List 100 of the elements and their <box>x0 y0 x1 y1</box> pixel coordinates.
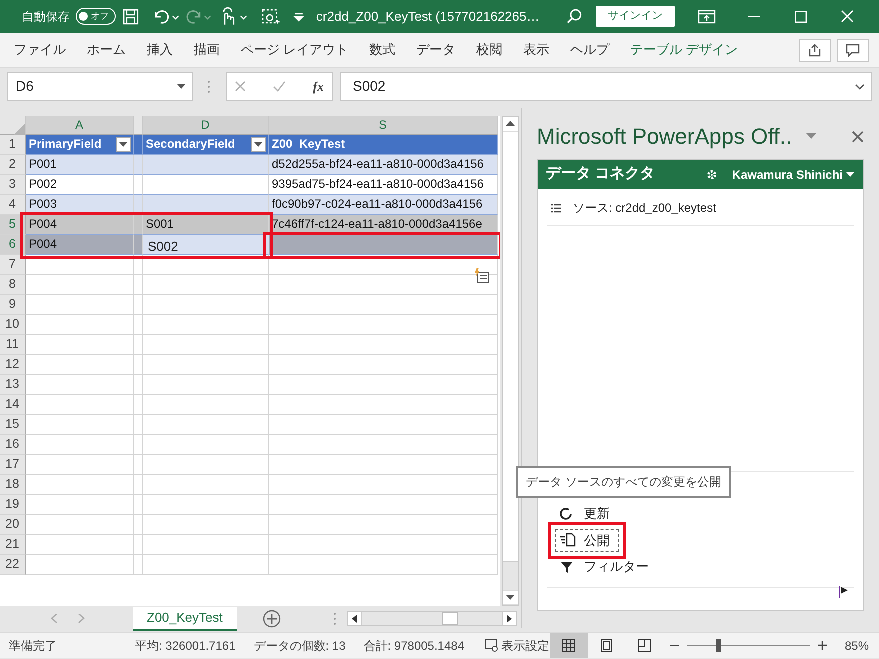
scroll-thumb[interactable] <box>442 612 458 625</box>
row-header[interactable]: 13 <box>0 375 26 395</box>
ribbon-display-icon[interactable] <box>698 10 716 24</box>
share-button[interactable] <box>799 38 831 62</box>
table-cell <box>134 495 143 515</box>
add-sheet-icon[interactable] <box>262 610 281 628</box>
ribbon-tab[interactable]: ページ レイアウト <box>241 40 360 60</box>
name-box[interactable]: D6 <box>7 72 193 101</box>
data-source-label: ソース: cr2dd_z00_keytest <box>573 200 716 217</box>
save-icon[interactable] <box>122 8 140 26</box>
status-statistic: 合計: 978005.1484 <box>364 638 465 654</box>
table-cell <box>134 355 143 375</box>
column-header[interactable]: A <box>26 116 134 135</box>
row-header[interactable]: 22 <box>0 555 26 575</box>
column-header[interactable]: S <box>269 116 498 135</box>
table-cell <box>134 515 143 535</box>
panel-header: データ コネクタ <box>546 164 656 184</box>
pane-title: Microsoft PowerApps Off.. <box>537 123 792 151</box>
normal-view-icon <box>562 638 576 652</box>
display-settings-button[interactable]: 表示設定 <box>484 636 550 654</box>
table-cell <box>134 555 143 575</box>
pane-action[interactable]: フィルター <box>555 555 658 578</box>
search-icon[interactable] <box>566 8 584 26</box>
page-layout-icon <box>600 638 614 652</box>
ribbon-tab[interactable]: ファイル <box>14 40 77 60</box>
dropdown-caret-icon[interactable] <box>177 84 186 90</box>
flag-icon <box>839 586 849 598</box>
row-header[interactable]: 14 <box>0 395 26 415</box>
row-header[interactable]: 19 <box>0 495 26 515</box>
ribbon-tab[interactable]: ホーム <box>87 40 137 60</box>
zoom-level[interactable]: 85% <box>844 636 869 654</box>
cell-text: 9395ad75-bf24-ea11-a810-000d3a4156 <box>272 177 484 191</box>
settings-icon[interactable] <box>706 168 718 180</box>
ribbon-tab[interactable]: データ <box>416 40 467 60</box>
scroll-right-icon[interactable] <box>506 614 512 622</box>
sheet-tab[interactable]: Z00_KeyTest <box>133 606 237 630</box>
ribbon-tab[interactable]: 表示 <box>524 40 561 60</box>
pane-menu-caret-icon[interactable] <box>806 133 818 140</box>
row-header[interactable]: 8 <box>0 275 26 295</box>
scroll-left-icon[interactable] <box>352 614 357 622</box>
table-cell <box>134 435 143 455</box>
tooltip: データ ソースのすべての変更を公開 <box>516 466 732 498</box>
comments-button[interactable] <box>837 38 869 62</box>
close-icon[interactable] <box>852 130 864 142</box>
column-heading: SecondaryField <box>146 137 236 151</box>
cell-text: P003 <box>29 197 58 211</box>
row-header[interactable]: 12 <box>0 355 26 375</box>
row-header[interactable]: 20 <box>0 515 26 535</box>
minimize-icon[interactable] <box>748 16 760 18</box>
user-menu[interactable]: Kawamura Shinichi <box>732 166 855 184</box>
scroll-up-icon[interactable] <box>506 121 515 127</box>
insert-function-button[interactable]: fx <box>313 76 324 96</box>
list-icon <box>551 204 561 212</box>
table-cell <box>134 275 143 295</box>
status-statistic: データの個数: 13 <box>254 638 346 654</box>
ribbon-tab[interactable]: テーブル デザイン <box>630 40 750 60</box>
ribbon-tab[interactable]: 挿入 <box>147 40 184 60</box>
row-header[interactable]: 10 <box>0 315 26 335</box>
sign-in-button[interactable]: サインイン <box>596 6 675 27</box>
pane-action[interactable]: 更新 <box>555 502 619 526</box>
dropdown-caret-icon <box>119 142 128 148</box>
autosave-toggle[interactable]: オフ <box>76 8 116 25</box>
row-header[interactable]: 18 <box>0 475 26 495</box>
document-icon <box>560 533 576 548</box>
formula-field[interactable]: S002 <box>340 72 872 101</box>
table-cell <box>134 535 143 555</box>
customize-caret-icon[interactable] <box>292 10 304 22</box>
camera-icon[interactable] <box>260 6 281 26</box>
table-cell <box>134 475 143 495</box>
row-header[interactable]: 9 <box>0 295 26 315</box>
expand-caret-icon[interactable] <box>855 84 865 90</box>
row-header[interactable]: 4 <box>0 195 26 215</box>
row-header[interactable]: 11 <box>0 335 26 355</box>
grip-icon <box>207 80 211 94</box>
cell-text: d52d255a-bf24-ea11-a810-000d3a4156 <box>272 157 484 171</box>
quick-analysis-icon[interactable] <box>474 268 490 284</box>
view-button[interactable] <box>550 633 588 658</box>
filter-button[interactable] <box>251 137 266 152</box>
caret-icon <box>846 172 855 178</box>
status-text: 準備完了 <box>9 638 58 654</box>
row-header[interactable]: 21 <box>0 535 26 555</box>
cell-text: P001 <box>29 157 58 171</box>
ribbon-tab[interactable]: 校閲 <box>476 40 514 60</box>
row-header[interactable]: 2 <box>0 155 26 175</box>
row-header[interactable]: 1 <box>0 135 26 155</box>
zoom-in-icon[interactable] <box>818 641 827 650</box>
maximize-icon[interactable] <box>794 10 806 22</box>
row-header[interactable]: 17 <box>0 455 26 475</box>
ribbon-tab[interactable]: ヘルプ <box>570 40 621 60</box>
filter-button[interactable] <box>116 137 131 152</box>
row-header[interactable]: 3 <box>0 175 26 195</box>
ribbon-tab[interactable]: 描画 <box>194 40 231 60</box>
row-header[interactable]: 15 <box>0 415 26 435</box>
scroll-down-icon[interactable] <box>506 594 515 600</box>
row-header[interactable]: 16 <box>0 435 26 455</box>
ribbon-tab[interactable]: 数式 <box>370 40 407 60</box>
row-header[interactable]: 7 <box>0 255 26 275</box>
column-header[interactable]: D <box>143 116 269 135</box>
active-cell[interactable]: S002 <box>143 235 269 255</box>
zoom-slider-thumb[interactable] <box>716 639 721 652</box>
